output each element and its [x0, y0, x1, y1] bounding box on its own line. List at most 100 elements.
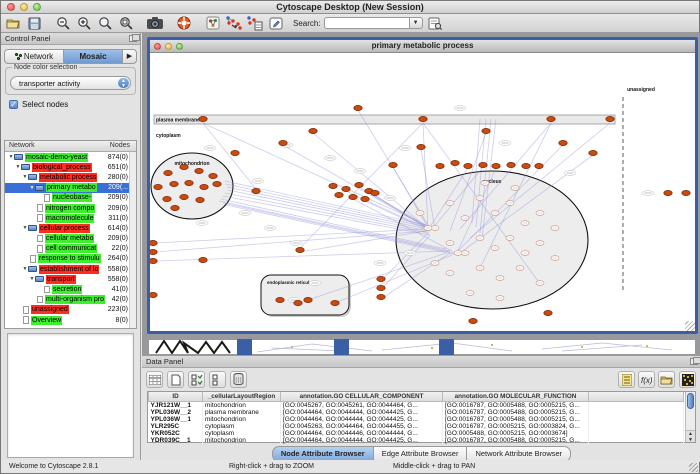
table-scrollbar[interactable]: ▲▼ — [685, 392, 695, 442]
tree-row[interactable]: ▼biological_process651(0) — [5, 162, 136, 172]
tree-row-count: 614(0) — [108, 225, 128, 232]
tree-row[interactable]: cell communicat22(0) — [5, 244, 136, 254]
tree-row[interactable]: Overview8(0) — [5, 315, 136, 325]
tree-row-count: 209(... — [108, 184, 128, 191]
table-column-header[interactable]: _cellularLayoutRegion — [203, 392, 281, 401]
network-tab-icon — [15, 53, 22, 60]
tree-row[interactable]: secretion41(0) — [5, 284, 136, 294]
table-scrollbar-thumb[interactable] — [687, 393, 694, 409]
tree-row[interactable]: response to stimulu264(0) — [5, 254, 136, 264]
tree-row[interactable]: nucleobase-209(0) — [5, 193, 136, 203]
network-canvas[interactable]: plasma membranecytoplasmmitochondrionnuc… — [150, 53, 695, 331]
tree-row-label: nitrogen compo — [45, 204, 95, 213]
help-icon[interactable] — [175, 15, 193, 32]
app-resize-grip[interactable] — [689, 463, 698, 472]
table-row[interactable]: YKR052Ccytoplasm[GO:0044464, GO:0044446,… — [149, 430, 684, 437]
file-icon — [23, 316, 29, 324]
table-column-header[interactable]: ID — [149, 392, 203, 401]
tree-row[interactable]: cellular metabo209(0) — [5, 234, 136, 244]
tree-scrollbar[interactable] — [129, 152, 136, 328]
delete-attribute-icon[interactable] — [230, 371, 247, 388]
tree-row[interactable]: multi-organism pro42(0) — [5, 295, 136, 305]
node-color-dropdown[interactable]: transporter activity ▲▼ — [10, 76, 131, 90]
import-attributes-icon[interactable] — [658, 371, 675, 388]
tree-row[interactable]: ▼metabolic process280(0) — [5, 172, 136, 182]
open-icon[interactable] — [4, 15, 22, 32]
tree-row[interactable]: ▼primary metabo209(... — [5, 183, 136, 193]
tree-row-label: nucleobase- — [52, 193, 92, 202]
table-cell: YPL036W__2 — [149, 409, 203, 416]
svg-text:endoplasmic reticulum: endoplasmic reticulum — [267, 280, 316, 285]
table-scrollbar-arrows[interactable]: ▲▼ — [686, 430, 695, 442]
table-cell: [GO:0044464, GO:0044446, GO:0044444, G..… — [281, 430, 443, 437]
zoom-in-icon[interactable] — [75, 15, 93, 32]
table-row[interactable]: YJR121W__1mitochondrion[GO:0045267, GO:0… — [149, 401, 684, 409]
matrix-icon[interactable] — [679, 371, 696, 388]
tree-row-count: 280(0) — [108, 174, 128, 181]
folder-icon — [35, 185, 44, 191]
table-cell: [GO:0044464, GO:0044444, GO:0044425, G..… — [281, 409, 443, 416]
tab-overflow-arrow-icon[interactable]: ▶ — [123, 50, 136, 63]
file-icon — [23, 306, 29, 314]
import-table-icon[interactable] — [246, 15, 264, 32]
title-bar: Cytoscape Desktop (New Session) — [1, 1, 699, 14]
search-go-icon[interactable] — [426, 15, 444, 32]
attribute-list-icon[interactable] — [618, 371, 635, 388]
table-cell: [GO:0016787, GO:0005488, GO:0005215, G..… — [443, 416, 589, 423]
vizmapper-icon[interactable] — [204, 15, 222, 32]
file-icon — [44, 286, 50, 294]
attribute-table: ID_cellularLayoutRegionannotation.GO CEL… — [147, 391, 696, 443]
birdseye-view[interactable] — [7, 333, 134, 458]
table-cell — [589, 401, 684, 409]
tree-row[interactable]: ▼establishment of lo558(0) — [5, 264, 136, 274]
tree-row[interactable]: unassigned223(0) — [5, 305, 136, 315]
data-panel: Data Panel — [142, 355, 700, 462]
attribute-table-icon[interactable] — [146, 371, 163, 388]
table-row[interactable]: YPL036W__2plasma membrane[GO:0044464, GO… — [149, 409, 684, 416]
zoom-out-icon[interactable] — [54, 15, 72, 32]
tree-row[interactable]: nitrogen compo209(0) — [5, 203, 136, 213]
zoom-selected-icon[interactable] — [96, 15, 114, 32]
control-panel-title: Control Panel — [5, 34, 50, 43]
svg-text:unassigned: unassigned — [627, 87, 655, 93]
function-builder-icon[interactable]: f(x) — [638, 371, 655, 388]
table-cell: [GO:0016787, GO:0005488, GO:0005215, G..… — [443, 401, 589, 409]
table-row[interactable]: YLR295Ccytoplasm[GO:0045263, GO:0044464,… — [149, 423, 684, 430]
tree-row-label: primary metabo — [46, 183, 97, 192]
tree-row-label: unassigned — [31, 305, 69, 314]
table-column-header[interactable]: annotation.GO MOLECULAR_FUNCTION — [443, 392, 589, 401]
snapshot-icon[interactable] — [146, 15, 164, 32]
window-resize-grip[interactable] — [685, 321, 695, 331]
table-column-header[interactable]: annotation.GO CELLULAR_COMPONENT — [281, 392, 443, 401]
folder-icon — [21, 164, 30, 170]
tree-row-count: 8(0) — [116, 317, 128, 324]
float-data-panel-icon[interactable] — [690, 358, 698, 365]
tab-network[interactable]: Network — [5, 50, 64, 63]
zoom-fit-icon[interactable] — [117, 15, 135, 32]
float-panel-icon[interactable] — [129, 35, 137, 42]
table-cell — [589, 423, 684, 430]
network-window-titlebar[interactable]: primary metabolic process — [150, 40, 695, 53]
tab-mosaic[interactable]: Mosaic — [64, 50, 123, 63]
table-cell: YPL036W__1 — [149, 416, 203, 423]
table-cell: [GO:0045267, GO:0045261, GO:0044464, G..… — [281, 401, 443, 409]
import-network-icon[interactable] — [225, 15, 243, 32]
table-column-filler — [589, 392, 684, 401]
select-nodes-checkbox[interactable]: ✓ — [9, 100, 18, 109]
search-dropdown-arrow[interactable]: ▼ — [410, 17, 423, 29]
table-row[interactable]: YDR039C__1mitochondrion[GO:0044464, GO:0… — [149, 437, 684, 444]
tree-row[interactable]: ▼mosaic-demo-yeast874(0) — [5, 152, 136, 162]
tree-row[interactable]: ▼cellular process614(0) — [5, 223, 136, 233]
save-icon[interactable] — [25, 15, 43, 32]
unselect-attributes-icon[interactable] — [209, 371, 226, 388]
table-row[interactable]: YPL036W__1mitochondrion[GO:0044464, GO:0… — [149, 416, 684, 423]
select-attributes-icon[interactable] — [188, 371, 205, 388]
network-view-title: primary metabolic process — [150, 41, 695, 50]
new-attribute-icon[interactable] — [167, 371, 184, 388]
tree-row[interactable]: macromolecule311(0) — [5, 213, 136, 223]
annotation-icon[interactable] — [267, 15, 285, 32]
tree-row[interactable]: ▼transport558(0) — [5, 274, 136, 284]
data-panel-toolbar: f(x) — [142, 368, 700, 391]
table-cell: YJR121W__1 — [149, 401, 203, 409]
search-input[interactable] — [324, 17, 410, 29]
